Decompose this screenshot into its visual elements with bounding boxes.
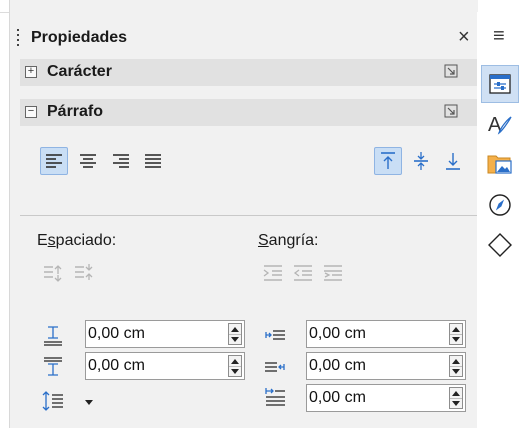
spin-buttons[interactable] (449, 323, 463, 345)
section-paragraph-label[interactable]: Párrafo (47, 103, 103, 121)
navigator-icon[interactable] (481, 186, 519, 224)
indent-after-icon (265, 362, 285, 372)
align-top-icon[interactable] (374, 147, 402, 175)
expand-icon[interactable]: + (25, 66, 37, 78)
increase-spacing-icon[interactable] (42, 262, 64, 284)
spacing-below-icon (44, 357, 62, 376)
spin-buttons[interactable] (228, 323, 242, 345)
section-character[interactable]: + Carácter (20, 59, 477, 86)
section-character-label[interactable]: Carácter (47, 63, 112, 81)
decrement-icon[interactable] (450, 398, 462, 408)
line-spacing-dropdown-icon[interactable] (85, 400, 93, 405)
sidebar-tab-bar: ≡ A (477, 12, 529, 428)
more-options-icon[interactable] (444, 64, 458, 78)
indent-label: Sangría: (258, 232, 319, 249)
decrease-spacing-icon[interactable] (73, 262, 95, 284)
spin-buttons[interactable] (449, 387, 463, 409)
spacing-above-icon (44, 326, 62, 346)
align-justify-icon[interactable] (139, 147, 167, 175)
align-middle-icon[interactable] (407, 147, 435, 175)
first-line-indent-icon (265, 388, 285, 406)
panel-title: Propiedades (31, 29, 128, 46)
panel-titlebar: Propiedades × (9, 23, 477, 53)
align-left-icon[interactable] (40, 147, 68, 175)
section-paragraph[interactable]: − Párrafo (20, 99, 477, 126)
collapse-icon[interactable]: − (25, 106, 37, 118)
spacing-below-field[interactable] (85, 352, 245, 380)
indent-before-field[interactable] (306, 320, 466, 348)
decrement-icon[interactable] (229, 334, 241, 344)
align-center-icon[interactable] (74, 147, 102, 175)
indent-before-input[interactable] (309, 323, 434, 345)
align-bottom-icon[interactable] (439, 147, 467, 175)
sidebar-menu-icon[interactable]: ≡ (493, 25, 505, 48)
decrease-indent-icon[interactable] (292, 262, 314, 284)
more-options-icon[interactable] (444, 104, 458, 118)
properties-icon[interactable] (481, 65, 519, 103)
increase-indent-icon[interactable] (262, 262, 284, 284)
line-spacing-icon[interactable] (42, 390, 64, 412)
spin-buttons[interactable] (449, 355, 463, 377)
spin-buttons[interactable] (228, 355, 242, 377)
align-right-icon[interactable] (107, 147, 135, 175)
first-line-indent-input[interactable] (309, 387, 434, 409)
hanging-indent-icon[interactable] (322, 262, 344, 284)
drag-handle-icon[interactable] (17, 29, 19, 47)
spacing-above-field[interactable] (85, 320, 245, 348)
first-line-indent-field[interactable] (306, 384, 466, 412)
spacing-below-input[interactable] (88, 355, 213, 377)
decrement-icon[interactable] (450, 334, 462, 344)
decrement-icon[interactable] (229, 366, 241, 376)
indent-before-icon (265, 330, 285, 340)
indent-after-field[interactable] (306, 352, 466, 380)
spacing-above-input[interactable] (88, 323, 213, 345)
gallery-icon[interactable] (481, 145, 519, 183)
shapes-icon[interactable] (481, 226, 519, 264)
close-icon[interactable]: × (458, 26, 470, 49)
section-divider (20, 215, 477, 216)
decrement-icon[interactable] (450, 366, 462, 376)
indent-after-input[interactable] (309, 355, 434, 377)
styles-icon[interactable]: A (481, 105, 519, 143)
spacing-label: Espaciado: (37, 232, 117, 249)
